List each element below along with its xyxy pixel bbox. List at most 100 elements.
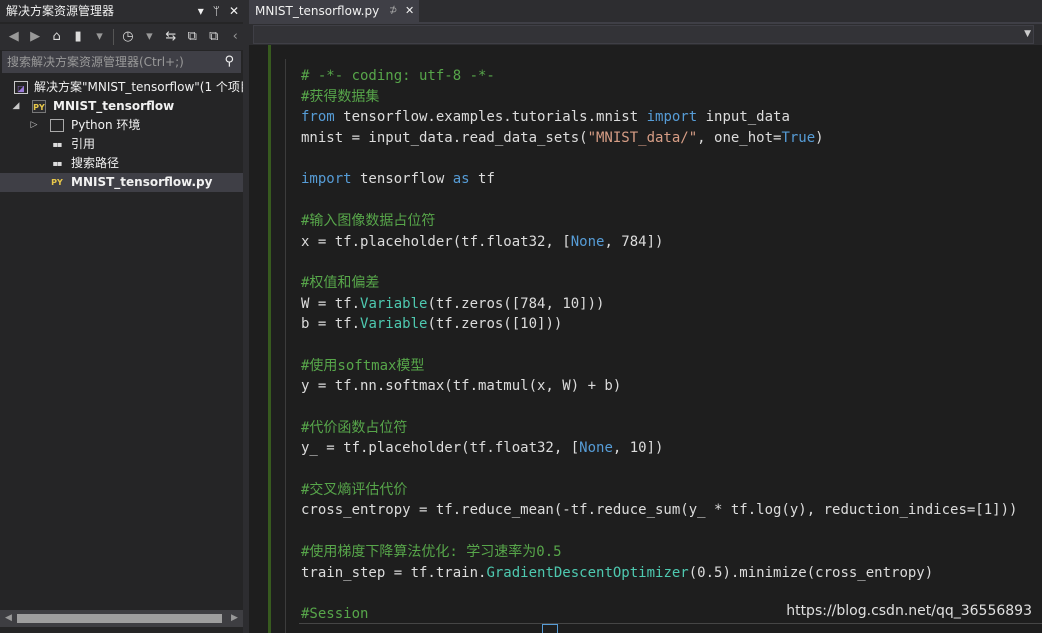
tree-item-search-paths[interactable]: ▪▪ 搜索路径 (0, 154, 243, 173)
solution-explorer-toolbar: ◀ ▶ ⌂ ▮ ▾ ◷ ▾ ⇆ ⧉ ⧉ ‹ (0, 24, 243, 50)
code-token: , 784]) (604, 233, 664, 250)
search-icon[interactable]: ⚲ (224, 52, 234, 72)
code-line[interactable]: import tensorflow as tf (301, 169, 1017, 190)
pin-icon[interactable]: ᛘ (213, 0, 220, 22)
code-line[interactable] (301, 459, 1017, 480)
code-token: from (301, 109, 335, 126)
code-line[interactable]: y_ = tf.placeholder(tf.float32, [None, 1… (301, 438, 1017, 459)
code-token: train_step = tf.train. (301, 564, 487, 581)
tree-item-label: Python 环境 (71, 118, 141, 132)
member-dropdown[interactable]: ▼ (253, 25, 1034, 44)
code-token: None (570, 233, 605, 250)
pin-tab-icon[interactable]: ⊅ (389, 0, 397, 22)
pending-changes-filter-icon[interactable]: ◷ (120, 29, 135, 45)
pending-changes-dropdown-icon[interactable]: ▾ (142, 29, 157, 45)
code-token: y = tf.nn.softmax(tf.matmul(x, W) + b) (301, 378, 622, 395)
code-token: # -*- coding: utf-8 -*- (301, 68, 495, 84)
toolbar-overflow-icon[interactable]: ‹ (228, 29, 243, 45)
scroll-left-icon[interactable]: ◀ (0, 610, 17, 627)
code-line[interactable] (301, 583, 1017, 604)
show-all-files-icon[interactable]: ⧉ (206, 29, 221, 45)
code-line[interactable]: x = tf.placeholder(tf.float32, [None, 78… (301, 232, 1017, 253)
code-line[interactable]: train_step = tf.train.GradientDescentOpt… (301, 563, 1017, 584)
code-line[interactable]: # -*- coding: utf-8 -*- (301, 66, 1017, 87)
switch-views-dropdown-icon[interactable]: ▾ (92, 29, 107, 45)
code-token: import (301, 171, 352, 188)
close-tab-icon[interactable]: ✕ (405, 0, 414, 22)
code-editor[interactable]: # -*- coding: utf-8 -*- #获得数据集 from tensor… (249, 45, 1042, 633)
code-text[interactable]: # -*- coding: utf-8 -*- #获得数据集 from tensor… (301, 66, 1017, 625)
code-token: cross_entropy = tf.reduce_mean(-tf.reduc… (301, 502, 1018, 519)
watermark: https://blog.csdn.net/qq_36556893 (786, 603, 1032, 619)
solution-explorer-title: 解决方案资源管理器 (6, 4, 115, 18)
code-token: #输入图像数据占位符 (301, 212, 436, 229)
brace-match-highlight (542, 624, 558, 633)
window-position-dropdown-icon[interactable]: ▾ (198, 0, 204, 22)
navigation-bar: ▼ (249, 24, 1042, 45)
scroll-right-icon[interactable]: ▶ (226, 610, 243, 627)
partial-code-line (299, 623, 1042, 633)
tree-item-references[interactable]: ▪▪ 引用 (0, 135, 243, 154)
search-input[interactable]: 搜索解决方案资源管理器(Ctrl+;) ⚲ (2, 51, 241, 73)
scrollbar-thumb[interactable] (17, 614, 222, 623)
horizontal-scrollbar[interactable]: ◀ ▶ (0, 610, 243, 627)
search-placeholder: 搜索解决方案资源管理器(Ctrl+;) (7, 55, 184, 69)
solution-explorer-panel: 解决方案资源管理器 ▾ ᛘ ✕ ◀ ▶ ⌂ ▮ ▾ ◷ ▾ ⇆ ⧉ ⧉ ‹ 搜索… (0, 0, 257, 633)
tree-item-label: MNIST_tensorflow (53, 99, 175, 113)
code-line[interactable] (301, 397, 1017, 418)
code-token: import (646, 109, 698, 126)
code-token: #获得数据集 (301, 88, 380, 105)
code-line[interactable]: from tensorflow.examples.tutorials.mnist… (301, 107, 1017, 128)
tree-item-label: 搜索路径 (71, 156, 120, 170)
code-token: Variable (360, 295, 428, 312)
code-token: (tf.zeros([784, 10])) (427, 295, 605, 312)
home-icon[interactable]: ⌂ (49, 29, 64, 45)
collapse-arrow-icon[interactable]: ◢ (10, 97, 22, 116)
code-line[interactable] (301, 190, 1017, 211)
code-line[interactable] (301, 521, 1017, 542)
code-token: as (452, 171, 470, 188)
code-token: (0.5).minimize(cross_entropy) (688, 564, 934, 581)
code-line[interactable]: cross_entropy = tf.reduce_mean(-tf.reduc… (301, 500, 1017, 521)
close-icon[interactable]: ✕ (229, 0, 239, 22)
expand-arrow-icon[interactable]: ▷ (28, 116, 40, 135)
code-line[interactable]: mnist = input_data.read_data_sets("MNIST… (301, 128, 1017, 149)
code-line[interactable]: #输入图像数据占位符 (301, 211, 1017, 232)
collapse-all-icon[interactable]: ⧉ (185, 29, 200, 45)
python-env-icon (50, 119, 64, 132)
code-line[interactable]: #使用softmax模型 (301, 356, 1017, 377)
python-project-icon: PY (32, 100, 46, 113)
tree-item-project[interactable]: ◢ PY MNIST_tensorflow (0, 97, 243, 116)
code-token: W = tf. (301, 295, 361, 312)
code-token: True (781, 130, 816, 147)
code-line[interactable]: y = tf.nn.softmax(tf.matmul(x, W) + b) (301, 376, 1017, 397)
code-line[interactable] (301, 335, 1017, 356)
code-token: "MNIST_data/" (587, 130, 698, 147)
code-line[interactable] (301, 149, 1017, 170)
code-token: , 10]) (612, 440, 664, 457)
tree-item-label: MNIST_tensorflow.py (71, 175, 213, 189)
tab-label: MNIST_tensorflow.py (255, 4, 380, 18)
tab-mnist-tensorflow-py[interactable]: MNIST_tensorflow.py ⊅ ✕ (249, 0, 419, 22)
code-line[interactable] (301, 252, 1017, 273)
code-line[interactable]: b = tf.Variable(tf.zeros([10])) (301, 314, 1017, 335)
code-line[interactable]: #权值和偏差 (301, 273, 1017, 294)
code-line[interactable]: #使用梯度下降算法优化: 学习速率为0.5 (301, 542, 1017, 563)
code-token: , one_hot= (697, 130, 782, 147)
code-token: y_ = tf.placeholder(tf.float32, [ (301, 440, 580, 457)
forward-icon[interactable]: ▶ (27, 29, 42, 45)
code-line[interactable]: #代价函数占位符 (301, 418, 1017, 439)
code-token: ) (815, 130, 824, 147)
code-line[interactable]: #交叉熵评估代价 (301, 480, 1017, 501)
code-line[interactable]: #获得数据集 (301, 87, 1017, 108)
tree-item-python-file[interactable]: PY MNIST_tensorflow.py (0, 173, 243, 192)
python-file-icon: PY (51, 178, 63, 187)
code-token: (tf.zeros([10])) (427, 316, 563, 333)
code-line[interactable]: W = tf.Variable(tf.zeros([784, 10])) (301, 294, 1017, 315)
tree-item-solution[interactable]: ◪ 解决方案"MNIST_tensorflow"(1 个项目) (0, 78, 257, 97)
sync-with-document-icon[interactable]: ⇆ (163, 29, 178, 45)
tree-item-python-env[interactable]: ▷ Python 环境 (0, 116, 243, 135)
back-icon[interactable]: ◀ (6, 29, 21, 45)
chevron-down-icon[interactable]: ▼ (1024, 26, 1031, 43)
switch-views-icon[interactable]: ▮ (70, 29, 85, 45)
